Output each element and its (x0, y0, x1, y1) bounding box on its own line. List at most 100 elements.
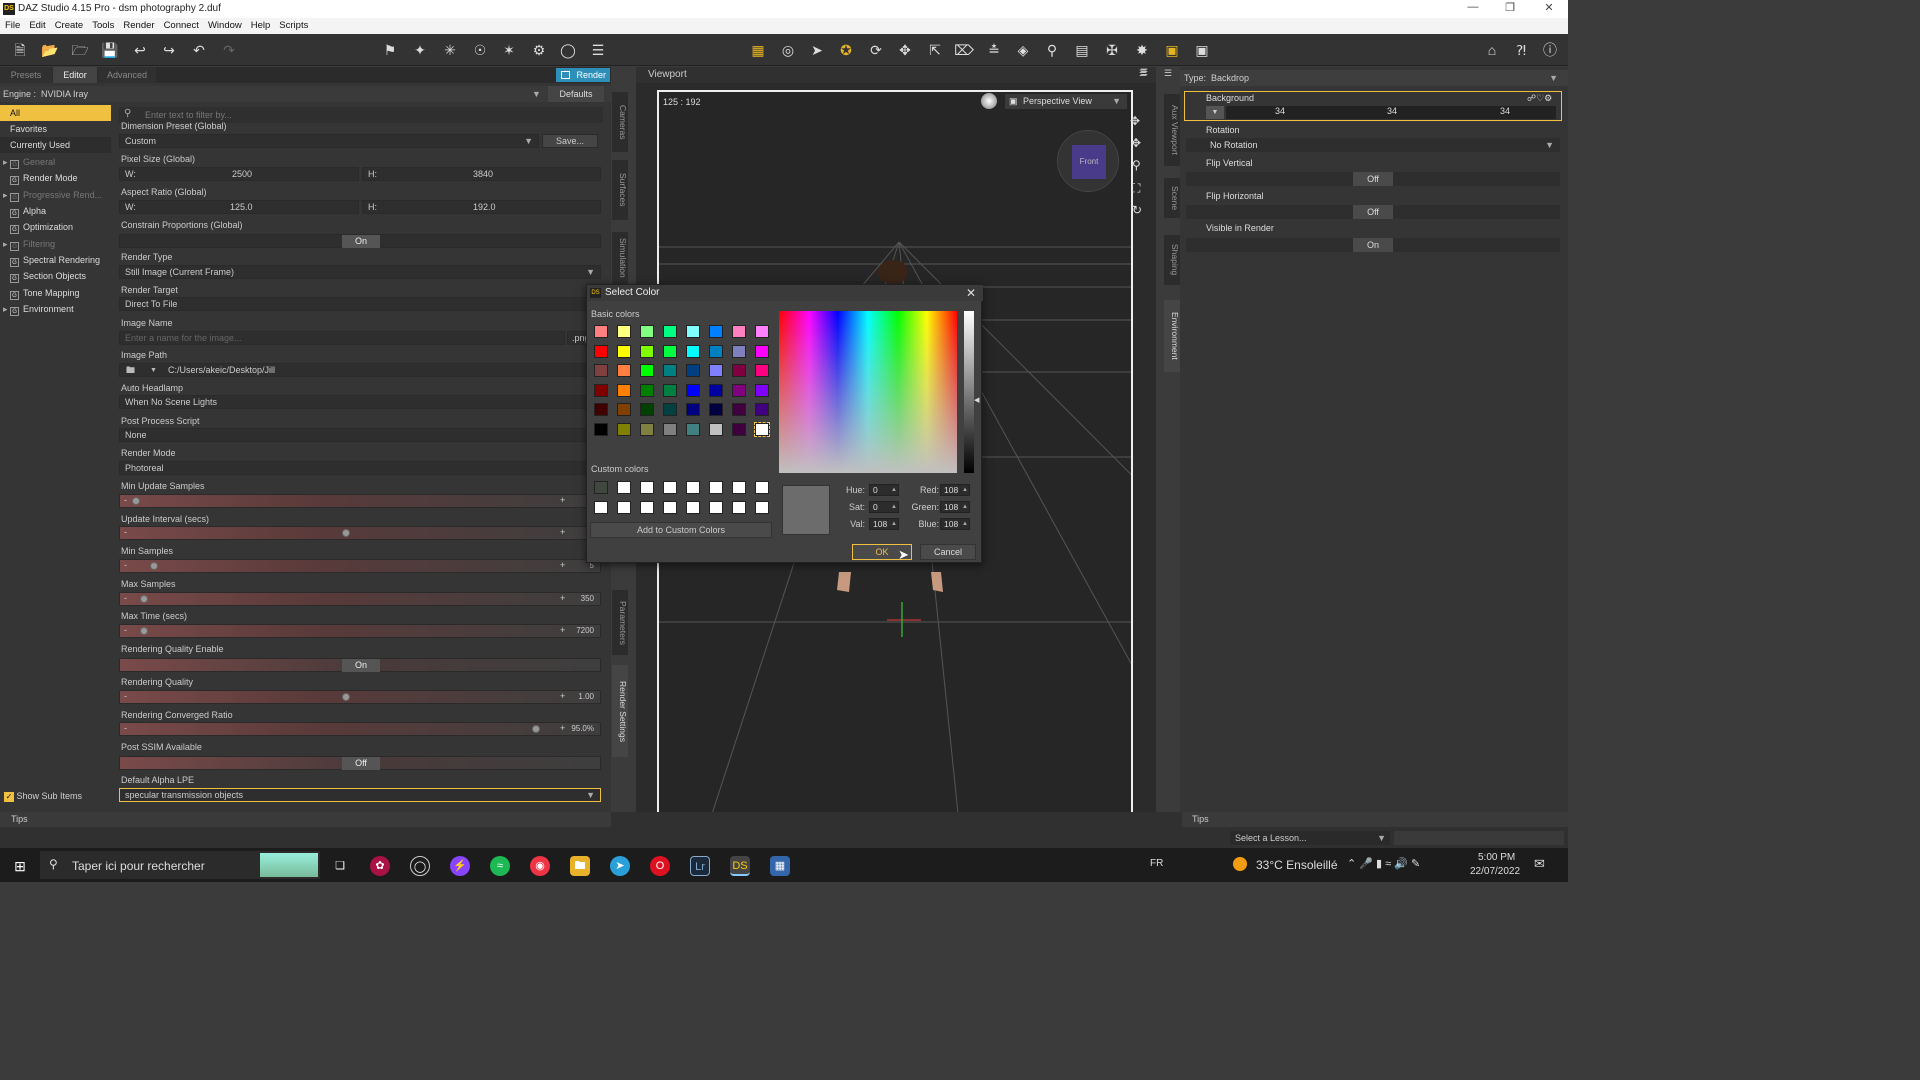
camera-create-icon[interactable]: ⚙ (529, 40, 549, 60)
spotlight-tool-icon[interactable]: ✦ (410, 40, 430, 60)
menu-connect[interactable]: Connect (159, 18, 203, 31)
language-indicator[interactable]: FR (1150, 858, 1163, 869)
telegram-icon[interactable]: ➤ (610, 856, 630, 876)
render-type-select[interactable]: Still Image (Current Frame) ▼ (119, 265, 601, 279)
basic-color-swatch[interactable] (640, 403, 654, 417)
flip-vertical-toggle[interactable]: Off (1186, 172, 1560, 186)
node-weight-icon[interactable]: ⚲ (1042, 40, 1062, 60)
basic-color-swatch[interactable] (755, 403, 769, 417)
basic-color-swatch[interactable] (594, 403, 608, 417)
tab-advanced[interactable]: Advanced (98, 67, 156, 83)
grid-icon[interactable]: ▦ (748, 40, 768, 60)
category-filtering[interactable]: ▸ G Filtering (0, 236, 111, 252)
defaults-button[interactable]: Defaults (548, 86, 604, 102)
custom-color-swatch[interactable] (663, 501, 677, 514)
pan-icon[interactable]: ✥ (1130, 114, 1140, 128)
custom-color-swatch[interactable] (594, 481, 608, 494)
show-sub-items[interactable]: ✓ Show Sub Items (4, 791, 82, 802)
rotation-select[interactable]: No Rotation ▼ (1186, 138, 1560, 152)
color-dropdown-icon[interactable]: ▼ (1206, 106, 1224, 119)
tab-surfaces[interactable]: Surfaces (612, 160, 628, 220)
basic-color-swatch[interactable] (732, 325, 746, 338)
increment-icon[interactable]: + (560, 495, 565, 505)
home-icon[interactable]: ⌂ (1482, 40, 1502, 60)
basic-color-swatch[interactable] (732, 364, 746, 378)
slider-knob[interactable] (342, 693, 350, 701)
node-tool-icon[interactable]: ◯ (558, 40, 578, 60)
aspect-width-field[interactable]: W: 125.0 (119, 200, 359, 214)
auto-headlamp-select[interactable]: When No Scene Lights (119, 395, 601, 409)
value-slider[interactable] (964, 311, 974, 473)
custom-color-swatch[interactable] (732, 481, 746, 494)
engine-row[interactable]: Engine : NVIDIA Iray ▼ (0, 86, 611, 102)
basic-color-swatch[interactable] (754, 422, 770, 437)
basic-color-swatch[interactable] (686, 344, 700, 358)
slider-knob[interactable] (140, 627, 148, 635)
tab-presets[interactable]: Presets (0, 67, 52, 83)
render-button[interactable]: Render (556, 68, 610, 82)
undo-icon[interactable]: ↶ (189, 40, 209, 60)
flip-horizontal-toggle[interactable]: Off (1186, 205, 1560, 219)
slider-knob[interactable] (532, 725, 540, 733)
redo-icon[interactable]: ↷ (219, 40, 239, 60)
tab-scene[interactable]: Scene (1164, 178, 1180, 218)
basic-color-swatch[interactable] (709, 325, 723, 338)
link-heart-gear-icons[interactable]: ☍♡⚙ (1527, 93, 1552, 104)
custom-color-swatch[interactable] (755, 481, 769, 494)
category-alpha[interactable]: G Alpha (0, 203, 111, 219)
close-window-icon[interactable]: ✕ (1534, 1, 1564, 14)
custom-color-swatch[interactable] (709, 501, 723, 514)
menu-render[interactable]: Render (118, 18, 158, 31)
custom-color-swatch[interactable] (663, 481, 677, 494)
red-spinbox[interactable]: 108 ▲ (940, 484, 970, 496)
increment-icon[interactable]: + (560, 560, 565, 570)
tab-editor[interactable]: Editor (53, 67, 97, 83)
taskbar-search[interactable]: ⚲ Taper ici pour rechercher (40, 851, 320, 879)
pane-menu-icon[interactable]: ☰ (1164, 68, 1172, 79)
app-icon-2[interactable]: ◯ (410, 856, 430, 876)
spotify-icon[interactable]: ≈ (490, 856, 510, 876)
folder-icon[interactable]: 🖿 (126, 364, 135, 377)
category-render-mode[interactable]: G Render Mode (0, 170, 111, 186)
spin-arrows-icon[interactable]: ▲ (962, 485, 968, 496)
decrement-icon[interactable]: - (124, 560, 127, 570)
whats-this-icon[interactable]: ⁈ (1511, 40, 1531, 60)
light-sphere-icon[interactable] (981, 93, 997, 109)
alpha-lpe-select[interactable]: specular transmission objects ▼ (119, 788, 601, 802)
green-spinbox[interactable]: 108 ▲ (940, 501, 970, 513)
basic-color-swatch[interactable] (755, 325, 769, 338)
category-progressive-rendering[interactable]: ▸ G Progressive Rend... (0, 187, 111, 203)
increment-icon[interactable]: + (560, 527, 565, 537)
pixel-height-field[interactable]: H: 3840 (362, 167, 601, 181)
basic-color-swatch[interactable] (732, 344, 746, 358)
slider-knob[interactable] (342, 529, 350, 537)
decrement-icon[interactable]: - (124, 625, 127, 635)
menu-help[interactable]: Help (246, 18, 275, 31)
decrement-icon[interactable]: - (124, 691, 127, 701)
render-target-select[interactable]: Direct To File (119, 297, 601, 311)
value-slider-arrow-icon[interactable]: ◀ (974, 396, 979, 404)
update-interval-slider[interactable]: -+5 (119, 526, 601, 540)
viewport-menu-icon[interactable]: ☰ (1139, 68, 1147, 79)
basic-color-swatch[interactable] (640, 364, 654, 378)
save-preset-button[interactable]: Save... (542, 134, 598, 148)
file-explorer-icon[interactable]: 🖿 (570, 856, 590, 876)
tips-tab-right[interactable]: Tips (1182, 812, 1568, 827)
category-optimization[interactable]: G Optimization (0, 219, 111, 235)
weather-text[interactable]: 33°C Ensoleillé (1256, 858, 1338, 872)
post-script-select[interactable]: None (119, 428, 601, 442)
basic-color-swatch[interactable] (617, 364, 631, 378)
tips-tab-left[interactable]: Tips (0, 812, 611, 827)
basic-color-swatch[interactable] (640, 325, 654, 338)
tab-parameters[interactable]: Parameters (612, 590, 628, 655)
basic-color-swatch[interactable] (663, 325, 677, 338)
rotate-icon[interactable]: ⟳ (866, 40, 886, 60)
notifications-icon[interactable]: ✉ (1534, 856, 1545, 872)
basic-color-swatch[interactable] (709, 383, 723, 397)
basic-color-swatch[interactable] (594, 364, 608, 378)
tab-cameras[interactable]: Cameras (612, 92, 628, 152)
basic-color-swatch[interactable] (594, 383, 608, 397)
merge-icon[interactable]: 🗁 (70, 40, 90, 60)
clock-date[interactable]: 22/07/2022 (1470, 866, 1520, 877)
pixel-width-field[interactable]: W: 2500 (119, 167, 359, 181)
